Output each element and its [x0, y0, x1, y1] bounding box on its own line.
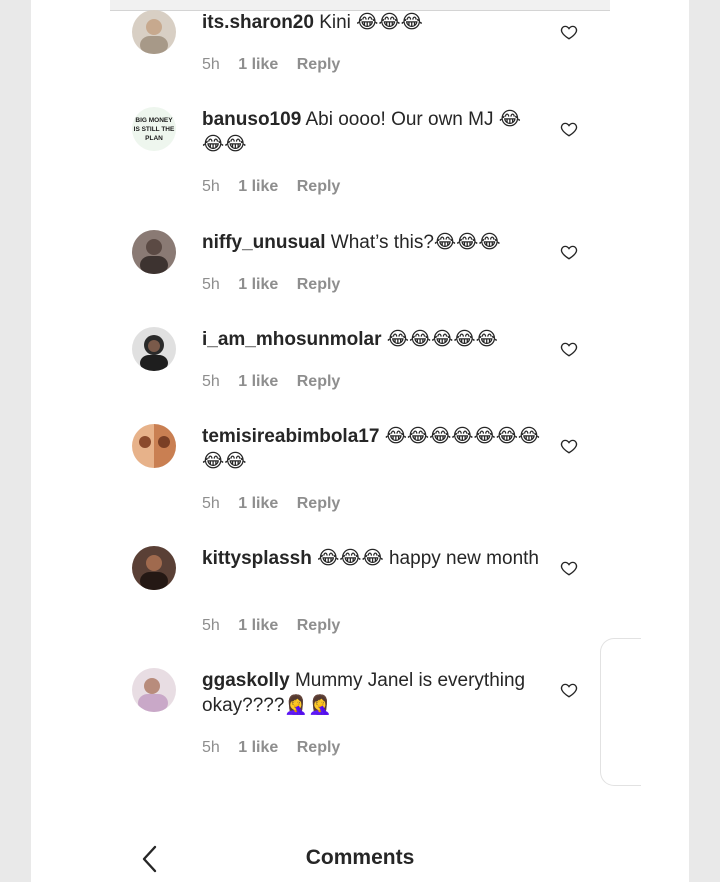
comment-time: 5h [202, 617, 220, 634]
comment-time: 5h [202, 495, 220, 512]
reply-button[interactable]: Reply [297, 178, 341, 195]
comment-meta: 5h 1 like Reply [202, 276, 354, 294]
comment-meta: 5h 1 like Reply [202, 373, 354, 391]
comment-username[interactable]: banuso109 [202, 109, 301, 130]
reply-button[interactable]: Reply [297, 56, 341, 73]
avatar[interactable] [132, 424, 176, 468]
chevron-left-icon[interactable] [140, 844, 160, 874]
comment-text: temisireabimbola17 😂😂😂😂😂😂😂😂😂 [202, 424, 542, 474]
avatar[interactable] [132, 668, 176, 712]
heart-outline-icon[interactable] [560, 120, 578, 138]
svg-text:IS STILL THE: IS STILL THE [134, 126, 175, 133]
svg-text:BIG MONEY: BIG MONEY [135, 117, 173, 124]
comment-likes[interactable]: 1 like [238, 178, 278, 195]
comment-username[interactable]: its.sharon20 [202, 12, 314, 33]
comment-body: What’s this?😂😂😂 [330, 232, 501, 253]
avatar[interactable] [132, 546, 176, 590]
comment-username[interactable]: kittysplassh [202, 548, 312, 569]
comment-likes[interactable]: 1 like [238, 495, 278, 512]
comment-username[interactable]: temisireabimbola17 [202, 426, 379, 447]
comment-username[interactable]: ggaskolly [202, 670, 290, 691]
avatar[interactable] [132, 10, 176, 54]
avatar[interactable] [132, 230, 176, 274]
comment-text: ggaskolly Mummy Janel is everything okay… [202, 668, 542, 718]
comment-likes[interactable]: 1 like [238, 617, 278, 634]
comment-body: Kini 😂😂😂 [319, 12, 423, 33]
comment-body: 😂😂😂😂😂 [386, 329, 498, 350]
comment-username[interactable]: niffy_unusual [202, 232, 326, 253]
comment-time: 5h [202, 373, 220, 390]
reply-button[interactable]: Reply [297, 276, 341, 293]
comment-text: i_am_mhosunmolar 😂😂😂😂😂 [202, 327, 542, 352]
comment-body: 😂😂😂 happy new month [317, 548, 539, 569]
comment-likes[interactable]: 1 like [238, 276, 278, 293]
comment-meta: 5h 1 like Reply [202, 495, 354, 513]
comment-text: kittysplassh 😂😂😂 happy new month [202, 546, 542, 571]
reply-button[interactable]: Reply [297, 495, 341, 512]
heart-outline-icon[interactable] [560, 681, 578, 699]
comment-likes[interactable]: 1 like [238, 373, 278, 390]
heart-outline-icon[interactable] [560, 340, 578, 358]
comment-meta: 5h 1 like Reply [202, 617, 354, 635]
side-panel-edge [600, 638, 641, 786]
page-title: Comments [305, 846, 415, 869]
scroll-fade [110, 752, 600, 792]
avatar[interactable]: BIG MONEY IS STILL THE PLAN [132, 107, 176, 151]
comment-meta: 5h 1 like Reply [202, 56, 354, 74]
comment-likes[interactable]: 1 like [238, 56, 278, 73]
reply-button[interactable]: Reply [297, 373, 341, 390]
comment-time: 5h [202, 276, 220, 293]
avatar[interactable] [132, 327, 176, 371]
svg-text:PLAN: PLAN [145, 135, 163, 142]
comment-text: banuso109 Abi oooo! Our own MJ 😂😂😂 [202, 107, 542, 157]
comment-text: niffy_unusual What’s this?😂😂😂 [202, 230, 542, 255]
heart-outline-icon[interactable] [560, 23, 578, 41]
comment-time: 5h [202, 178, 220, 195]
comment-username[interactable]: i_am_mhosunmolar [202, 329, 382, 350]
heart-outline-icon[interactable] [560, 559, 578, 577]
reply-button[interactable]: Reply [297, 617, 341, 634]
heart-outline-icon[interactable] [560, 243, 578, 261]
comment-meta: 5h 1 like Reply [202, 178, 354, 196]
comment-time: 5h [202, 56, 220, 73]
heart-outline-icon[interactable] [560, 437, 578, 455]
comment-text: its.sharon20 Kini 😂😂😂 [202, 10, 542, 35]
